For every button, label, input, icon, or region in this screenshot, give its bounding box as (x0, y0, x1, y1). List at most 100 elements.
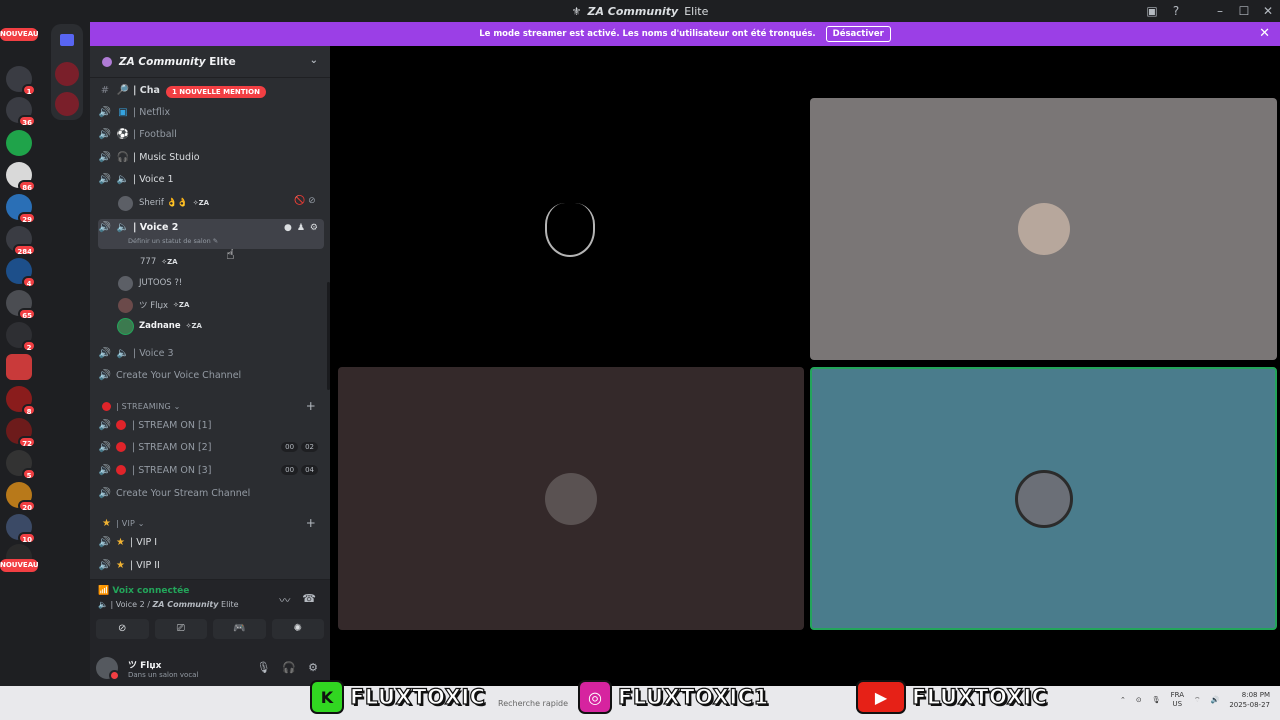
participant-tile-speaking[interactable] (810, 367, 1277, 630)
clock[interactable]: 8:08 PM 2025-08-27 (1229, 690, 1270, 710)
channel-stream-2[interactable]: 🔊 | STREAM ON [2] 00 02 (98, 437, 324, 457)
avatar[interactable] (96, 657, 120, 681)
close-banner-icon[interactable]: ✕ (1259, 26, 1270, 41)
minimize-button[interactable]: – (1208, 4, 1232, 18)
soundboard-button[interactable]: ✺ (271, 619, 324, 639)
youtube-logo-icon: ▶ (856, 680, 906, 714)
voice-connected-channel[interactable]: 🔈 | Voice 2 / ZA Community Elite (98, 600, 239, 609)
server-icon[interactable]: 86 (6, 162, 36, 192)
channel-music-studio[interactable]: 🔊 🎧 | Music Studio (98, 147, 324, 167)
voice-user[interactable]: JUTOOS ?! (118, 274, 182, 292)
server-icon[interactable]: 4 (6, 258, 36, 288)
microphone-icon[interactable]: 🎙 (256, 661, 270, 674)
voice-channel-icon: 🔊 (98, 536, 112, 548)
voice-channel-icon: 🔊 (98, 128, 112, 140)
voice-channel-icon: 🔊 (98, 559, 112, 571)
channel-stream-3[interactable]: 🔊 | STREAM ON [3] 00 04 (98, 460, 324, 480)
channel-stream-1[interactable]: 🔊 | STREAM ON [1] (98, 415, 324, 435)
gear-icon[interactable]: ⚙ (310, 223, 318, 233)
participant-tile[interactable] (338, 367, 804, 630)
server-icon[interactable]: 29 (6, 194, 36, 224)
star-icon: ★ (102, 517, 112, 529)
channel-vip-2[interactable]: 🔊 ★ | VIP II (98, 555, 324, 575)
voice-channel-icon: 🔊 (98, 487, 112, 499)
voice-stage (330, 46, 1280, 686)
wifi-icon[interactable]: ⌔ (1194, 696, 1201, 705)
camera-off-button[interactable]: ⊘ (96, 619, 149, 639)
language-indicator[interactable]: FRA US (1171, 691, 1184, 709)
server-icon[interactable] (55, 62, 79, 86)
network-icon[interactable]: ⊙ (1136, 696, 1142, 704)
star-icon: ★ (116, 559, 125, 571)
voice-connected-status[interactable]: 📶 Voix connectée (98, 586, 189, 596)
voice-user[interactable]: 777 ✧ZA (140, 253, 178, 271)
chevron-up-icon[interactable]: ⌃ (1120, 696, 1126, 704)
new-servers-tag[interactable]: NOUVEAU (0, 28, 39, 41)
tv-icon: ▣ (118, 106, 128, 118)
red-circle-icon (116, 465, 126, 475)
headphones-icon[interactable]: 🎧 (282, 661, 296, 674)
server-icon[interactable]: 20 (6, 482, 36, 512)
avatar (545, 472, 597, 525)
channel-voice-3[interactable]: 🔊 🔈 | Voice 3 (98, 343, 324, 363)
guild-header[interactable]: ZA Community Elite ⌄ (90, 46, 330, 78)
server-icon[interactable] (6, 354, 32, 380)
channel-voice-1[interactable]: 🔊 🔈 | Voice 1 (98, 169, 324, 189)
search-icon: 🔎 (116, 84, 130, 96)
server-icon[interactable]: 284 (6, 226, 36, 256)
voice-user[interactable]: ツ Flџx ✧ZA (118, 296, 189, 314)
disable-streamer-button[interactable]: Désactiver (825, 26, 891, 42)
inbox-icon[interactable]: ▣ (1140, 4, 1164, 18)
server-icon[interactable]: 72 (6, 418, 36, 448)
speaker-icon: 🔈 (98, 600, 108, 609)
server-icon[interactable]: 8 (6, 386, 36, 416)
server-icon[interactable] (6, 130, 32, 156)
voice-channel-icon: 🔊 (98, 464, 112, 476)
add-user-icon[interactable]: ♟ (297, 223, 305, 233)
chevron-down-icon[interactable]: ⌄ (310, 55, 318, 66)
server-folder[interactable] (51, 24, 83, 120)
create-voice-channel[interactable]: 🔊 Create Your Voice Channel (98, 365, 324, 385)
close-window-button[interactable]: ✕ (1256, 4, 1280, 18)
volume-icon[interactable]: 🔊 (1211, 696, 1220, 704)
taskbar-search[interactable]: Recherche rapide (498, 696, 578, 712)
add-channel-icon[interactable]: + (306, 516, 316, 530)
speaker-icon: 🔈 (116, 347, 130, 359)
maximize-button[interactable]: ☐ (1232, 4, 1256, 18)
category-streaming[interactable]: | STREAMING ⌄ + (102, 398, 322, 414)
server-icon[interactable] (55, 92, 79, 116)
disconnect-icon[interactable]: ☎ (302, 592, 316, 608)
user-panel[interactable]: ツ Flџx Dans un salon vocal 🎙 🎧 ⚙ (96, 652, 324, 684)
server-icon[interactable]: 1 (6, 66, 36, 96)
channel-netflix[interactable]: 🔊 ▣ | Netflix (98, 102, 324, 122)
voice-user[interactable]: Sherif 👌👌 ✧ZA (118, 194, 209, 212)
channel-football[interactable]: 🔊 ⚽ | Football (98, 124, 324, 144)
chat-icon[interactable]: ● (284, 223, 292, 233)
category-vip[interactable]: ★ | VIP ⌄ + (102, 515, 322, 531)
server-icon[interactable]: 36 (6, 97, 36, 127)
microphone-icon[interactable]: 🎙 (1152, 696, 1161, 704)
star-icon: ★ (116, 536, 125, 548)
participant-tile[interactable] (338, 98, 804, 360)
window-title-rest: Elite (684, 4, 709, 18)
channel-status[interactable]: Définir un statut de salon ✎ (128, 237, 218, 245)
voice-user[interactable]: Zadnane ✧ZA (118, 317, 202, 335)
create-stream-channel[interactable]: 🔊 Create Your Stream Channel (98, 483, 324, 503)
new-servers-tag[interactable]: NOUVEAU (0, 559, 39, 572)
new-mention-pill[interactable]: 1 NOUVELLE MENTION (166, 86, 266, 98)
activities-button[interactable]: 🎮 (213, 619, 266, 639)
channel-vip-1[interactable]: 🔊 ★ | VIP I (98, 532, 324, 552)
participant-tile[interactable] (810, 98, 1277, 360)
server-icon[interactable]: 5 (6, 450, 36, 480)
red-circle-icon (116, 442, 126, 452)
server-icon[interactable]: 65 (6, 290, 36, 320)
server-icon[interactable]: 2 (6, 322, 36, 352)
share-screen-button[interactable]: ⎚ (154, 619, 207, 639)
server-icon[interactable]: 10 (6, 514, 36, 544)
help-icon[interactable]: ? (1164, 4, 1188, 18)
gear-icon[interactable]: ⚙ (308, 661, 318, 674)
avatar (1014, 469, 1073, 528)
channel-voice-2[interactable]: 🔊 🔈 | Voice 2 Définir un statut de salon… (98, 219, 324, 249)
add-channel-icon[interactable]: + (306, 399, 316, 413)
noise-suppression-icon[interactable]: 〰 (279, 592, 290, 608)
